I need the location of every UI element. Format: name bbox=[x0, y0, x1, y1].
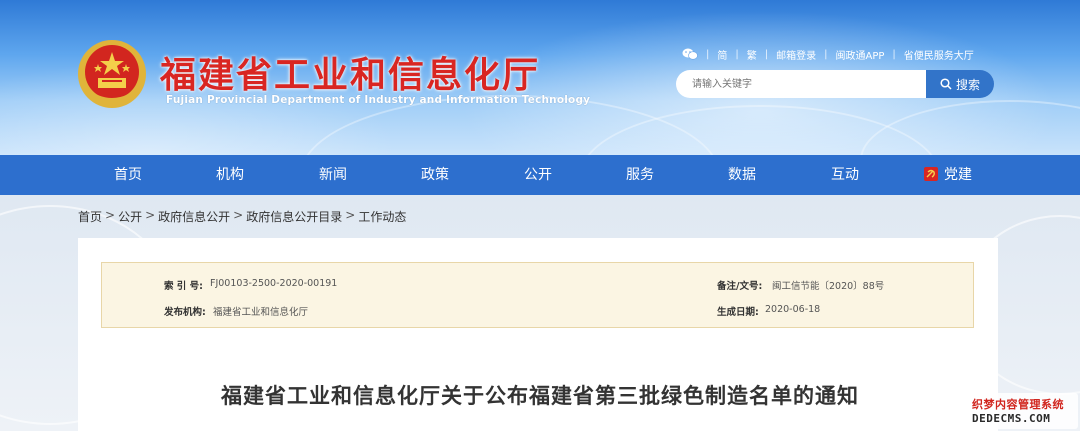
minzhengtong-app-link[interactable]: 闽政通APP bbox=[836, 47, 885, 62]
party-emblem-icon bbox=[924, 167, 938, 181]
nav-item-home[interactable]: 首页 bbox=[78, 155, 178, 195]
nav-item-news[interactable]: 新闻 bbox=[283, 155, 383, 195]
site-title[interactable]: 福建省工业和信息化厅 bbox=[160, 46, 540, 98]
main-nav: 首页 机构 新闻 政策 公开 服务 数据 互动 党建 bbox=[0, 155, 1080, 195]
document-number-label: 备注/文号: bbox=[717, 281, 763, 292]
publisher-label: 发布机构: bbox=[164, 307, 206, 318]
watermark: 织梦内容管理系统 DEDECMS.COM bbox=[966, 393, 1078, 429]
email-login-link[interactable]: 邮箱登录 bbox=[776, 47, 816, 62]
document-number-value: 闽工信节能〔2020〕88号 bbox=[772, 281, 885, 292]
nav-item-party-label: 党建 bbox=[944, 167, 972, 183]
national-emblem-icon bbox=[78, 40, 146, 108]
breadcrumb-gov-info[interactable]: 政府信息公开 bbox=[158, 208, 230, 225]
search-button[interactable]: 搜索 bbox=[926, 70, 994, 98]
nav-item-public[interactable]: 公开 bbox=[488, 155, 588, 195]
breadcrumb: 首页 > 公开 > 政府信息公开 > 政府信息公开目录 > 工作动态 bbox=[78, 208, 407, 225]
search-button-label: 搜索 bbox=[955, 77, 980, 92]
service-hall-link[interactable]: 省便民服务大厅 bbox=[904, 47, 974, 62]
site-header: 福建省工业和信息化厅 Fujian Provincial Department … bbox=[0, 0, 1080, 155]
nav-item-service[interactable]: 服务 bbox=[590, 155, 690, 195]
breadcrumb-home[interactable]: 首页 bbox=[78, 208, 102, 225]
search-input[interactable] bbox=[692, 70, 920, 98]
index-number-value: FJ00103-2500-2020-00191 bbox=[210, 278, 338, 289]
search-box bbox=[676, 70, 926, 98]
index-number-label: 索 引 号: bbox=[164, 281, 203, 292]
nav-item-policy[interactable]: 政策 bbox=[385, 155, 485, 195]
watermark-line-1: 织梦内容管理系统 bbox=[972, 398, 1064, 411]
watermark-line-2: DEDECMS.COM bbox=[972, 412, 1051, 425]
traditional-chinese-link[interactable]: 繁 bbox=[747, 47, 757, 62]
nav-item-data[interactable]: 数据 bbox=[692, 155, 792, 195]
article-title: 福建省工业和信息化厅关于公布福建省第三批绿色制造名单的通知 bbox=[221, 384, 859, 408]
date-label: 生成日期: bbox=[717, 307, 759, 318]
publisher-value: 福建省工业和信息化厅 bbox=[213, 307, 309, 318]
nav-item-organization[interactable]: 机构 bbox=[180, 155, 280, 195]
date-value: 2020-06-18 bbox=[765, 304, 821, 315]
breadcrumb-work-news[interactable]: 工作动态 bbox=[358, 208, 406, 225]
wechat-icon[interactable] bbox=[682, 48, 698, 60]
nav-item-party[interactable]: 党建 bbox=[898, 155, 998, 195]
breadcrumb-gov-info-catalog[interactable]: 政府信息公开目录 bbox=[246, 208, 342, 225]
nav-item-interaction[interactable]: 互动 bbox=[795, 155, 895, 195]
document-info-box: 索 引 号: FJ00103-2500-2020-00191 备注/文号: 闽工… bbox=[101, 262, 974, 328]
top-links: | 简 | 繁 | 邮箱登录 | 闽政通APP | 省便民服务大厅 bbox=[682, 47, 974, 62]
search-icon bbox=[940, 78, 952, 90]
site-subtitle: Fujian Provincial Department of Industry… bbox=[166, 94, 591, 106]
simplified-chinese-link[interactable]: 简 bbox=[717, 47, 727, 62]
breadcrumb-public[interactable]: 公开 bbox=[118, 208, 142, 225]
